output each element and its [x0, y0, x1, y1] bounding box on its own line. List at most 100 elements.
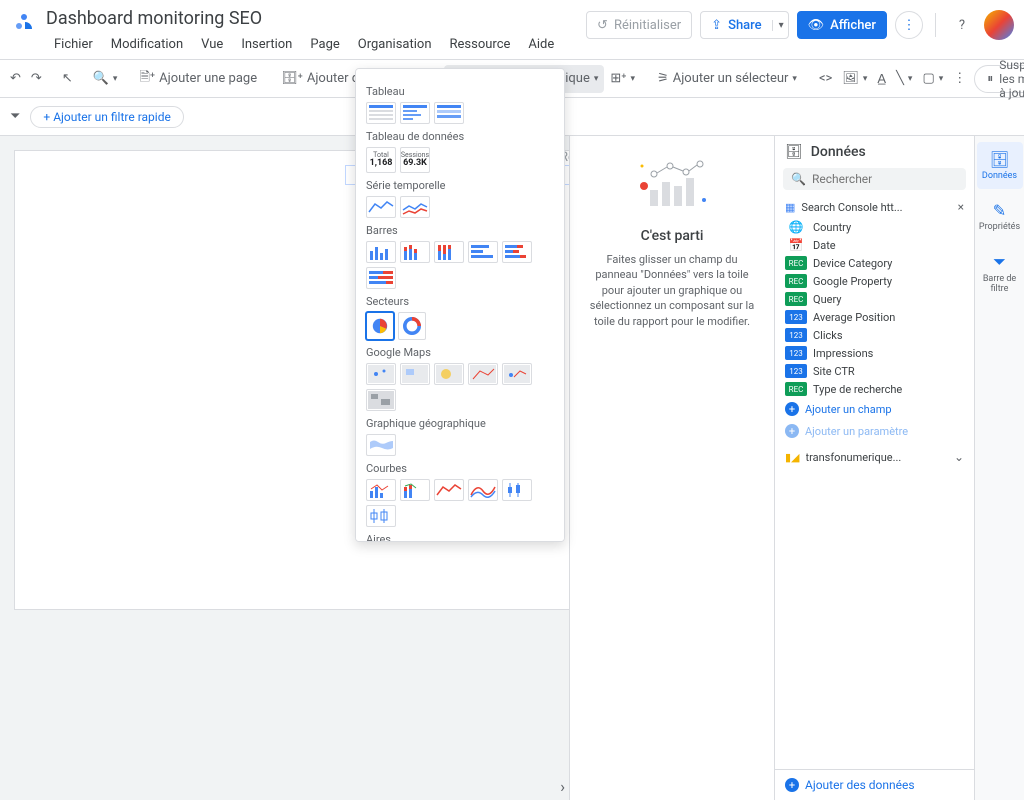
next-page-arrow[interactable]: ›: [560, 777, 565, 796]
chart-type-map-filled[interactable]: [400, 363, 430, 385]
help-button[interactable]: ?: [948, 11, 976, 39]
chart-type-table[interactable]: [366, 102, 396, 124]
kebab-icon: ⋮: [903, 18, 916, 33]
more-options-button[interactable]: ⋮: [895, 11, 923, 39]
chart-type-map-line[interactable]: [468, 363, 498, 385]
filter-icon: ⚞: [657, 71, 669, 86]
line-button[interactable]: ╲▾: [892, 65, 916, 93]
data-plus-icon: 🗄⁺: [281, 71, 303, 86]
separator: [935, 13, 936, 37]
field-type-de-recherche[interactable]: RECType de recherche: [775, 380, 974, 398]
menu-insert[interactable]: Insertion: [233, 33, 300, 56]
field-device-category[interactable]: RECDevice Category: [775, 254, 974, 272]
undo-button[interactable]: ↶: [6, 65, 25, 93]
field-search-input[interactable]: [812, 172, 968, 186]
chart-type-timeseries[interactable]: [366, 196, 396, 218]
menu-file[interactable]: Fichier: [46, 33, 101, 56]
field-country[interactable]: 🌐Country: [775, 218, 974, 236]
add-quick-filter-button[interactable]: + Ajouter un filtre rapide: [30, 106, 183, 128]
zoom-tool[interactable]: 🔍▾: [89, 65, 122, 93]
menu-view[interactable]: Vue: [193, 33, 231, 56]
field-label: Date: [813, 239, 836, 252]
chart-type-map-sat[interactable]: [366, 389, 396, 411]
shape-button[interactable]: ▢▾: [918, 65, 947, 93]
pause-updates-button[interactable]: ⏸Suspendre les mises à jour: [974, 65, 1024, 93]
chart-type-table-bars[interactable]: [400, 102, 430, 124]
text-button[interactable]: A̲: [873, 65, 890, 93]
add-control-button[interactable]: ⚞Ajouter un sélecteur▾: [651, 65, 803, 93]
chart-type-timeseries-sparkline[interactable]: [400, 196, 430, 218]
chart-type-combo[interactable]: [366, 479, 396, 501]
chart-type-map-bubble[interactable]: [366, 363, 396, 385]
menu-bar: Fichier Modification Vue Insertion Page …: [46, 33, 586, 56]
chart-type-donut[interactable]: [398, 312, 426, 340]
chart-type-scorecard-compact[interactable]: Sessions69.3K: [400, 147, 430, 173]
expand-icon[interactable]: ⌄: [954, 450, 964, 464]
menu-edit[interactable]: Modification: [103, 33, 191, 56]
field-query[interactable]: RECQuery: [775, 290, 974, 308]
select-tool[interactable]: ↖: [58, 65, 77, 93]
user-avatar[interactable]: [984, 10, 1014, 40]
rail-tab-data[interactable]: 🗄Données: [977, 142, 1023, 189]
chart-type-map-heat[interactable]: [434, 363, 464, 385]
menu-page[interactable]: Page: [302, 33, 347, 56]
add-data-source-button[interactable]: +Ajouter des données: [775, 769, 974, 800]
field-average-position[interactable]: 123Average Position: [775, 308, 974, 326]
chart-type-map-combo[interactable]: [502, 363, 532, 385]
add-field-link[interactable]: +Ajouter un champ: [775, 398, 974, 420]
toolbar-more-button[interactable]: ⋮: [949, 65, 970, 93]
field-type-badge: REC: [785, 256, 807, 270]
empty-state-body: Faites glisser un champ du panneau "Donn…: [586, 252, 758, 329]
chart-type-column-100[interactable]: [434, 241, 464, 263]
section-table: Tableau: [366, 85, 554, 98]
field-label: Site CTR: [813, 365, 855, 378]
community-viz-button[interactable]: ⊞⁺▾: [606, 65, 639, 93]
chart-type-bar-stacked[interactable]: [502, 241, 532, 263]
image-button[interactable]: 🖼▾: [838, 65, 871, 93]
field-impressions[interactable]: 123Impressions: [775, 344, 974, 362]
menu-arrange[interactable]: Organisation: [350, 33, 440, 56]
looker-studio-logo: [12, 12, 36, 36]
redo-button[interactable]: ↷: [27, 65, 46, 93]
chart-type-candlestick[interactable]: [502, 479, 532, 501]
field-type-badge: 123: [785, 328, 807, 342]
plus-icon: +: [785, 424, 799, 438]
section-timeseries: Série temporelle: [366, 179, 554, 192]
rail-tab-properties[interactable]: ✎Propriétés: [977, 193, 1023, 240]
pause-icon: ⏸: [987, 71, 993, 86]
chevron-down-icon[interactable]: ▾: [772, 20, 784, 31]
field-date[interactable]: 📅Date: [775, 236, 974, 254]
share-button[interactable]: ⇪Share▾: [700, 11, 788, 39]
add-parameter-link[interactable]: +Ajouter un paramètre: [775, 420, 974, 442]
chart-type-table-heatmap[interactable]: [434, 102, 464, 124]
chart-type-bar[interactable]: [468, 241, 498, 263]
field-clicks[interactable]: 123Clicks: [775, 326, 974, 344]
chart-type-combo-stacked[interactable]: [400, 479, 430, 501]
rail-tab-filter[interactable]: ⏷Barre de filtre: [977, 244, 1023, 302]
reset-button[interactable]: ↺Réinitialiser: [586, 11, 692, 39]
search-icon: 🔍: [791, 172, 806, 186]
chart-type-line[interactable]: [434, 479, 464, 501]
embed-button[interactable]: <>: [815, 65, 836, 93]
chart-type-column[interactable]: [366, 241, 396, 263]
add-page-button[interactable]: 🗎⁺Ajouter une page: [133, 65, 263, 93]
field-search[interactable]: 🔍: [783, 168, 966, 190]
chart-type-column-stacked[interactable]: [400, 241, 430, 263]
view-button[interactable]: 👁Afficher: [797, 11, 887, 39]
document-title[interactable]: Dashboard monitoring SEO: [46, 6, 586, 31]
chart-type-bar-100[interactable]: [366, 267, 396, 289]
kebab-icon: ⋮: [953, 71, 966, 86]
chart-type-geo[interactable]: [366, 434, 396, 456]
chart-type-boxplot[interactable]: [366, 505, 396, 527]
chart-type-pie[interactable]: [366, 312, 394, 340]
field-google-property[interactable]: RECGoogle Property: [775, 272, 974, 290]
menu-resource[interactable]: Ressource: [442, 33, 519, 56]
menu-help[interactable]: Aide: [520, 33, 562, 56]
field-site-ctr[interactable]: 123Site CTR: [775, 362, 974, 380]
chart-type-smoothed-line[interactable]: [468, 479, 498, 501]
analytics-icon: ▮◢: [785, 451, 800, 464]
data-source-search-console[interactable]: ▦ Search Console htt... ×: [775, 196, 974, 218]
chart-type-scorecard[interactable]: Total1,168: [366, 147, 396, 173]
data-source-analytics[interactable]: ▮◢ transfonumerique... ⌄: [775, 446, 974, 468]
close-icon[interactable]: ×: [958, 200, 964, 214]
